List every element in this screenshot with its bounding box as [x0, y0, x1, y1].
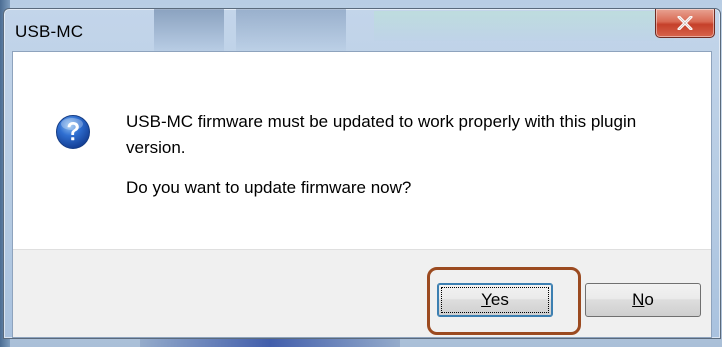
dialog-window: USB-MC USB-MC firmware must be updated t… [3, 8, 721, 339]
window-title: USB-MC [15, 22, 84, 41]
title-bar[interactable]: USB-MC [4, 9, 720, 51]
no-mnemonic: N [632, 290, 645, 309]
title-bar-reflection [374, 11, 674, 41]
close-x-icon [677, 16, 693, 30]
yes-label-rest: es [490, 290, 509, 309]
title-bar-reflection [236, 9, 346, 51]
message-line-2: Do you want to update firmware now? [126, 178, 412, 197]
question-icon [56, 115, 90, 149]
message-area: USB-MC firmware must be updated to work … [13, 52, 711, 249]
close-button[interactable] [655, 9, 715, 38]
no-button-label: No [632, 290, 654, 309]
dialog-client-area: USB-MC firmware must be updated to work … [12, 51, 712, 338]
button-bar: Yes No [13, 249, 711, 337]
no-button[interactable]: No [585, 283, 701, 317]
title-bar-reflection [154, 9, 224, 51]
yes-mnemonic: Y [481, 290, 491, 309]
screenshot-stage: USB-MC USB-MC firmware must be updated t… [0, 0, 722, 347]
dialog-message: USB-MC firmware must be updated to work … [126, 109, 696, 201]
message-line-1: USB-MC firmware must be updated to work … [126, 112, 637, 157]
yes-button[interactable]: Yes [437, 283, 553, 317]
no-label-rest: o [644, 290, 654, 309]
yes-button-label: Yes [481, 290, 509, 309]
